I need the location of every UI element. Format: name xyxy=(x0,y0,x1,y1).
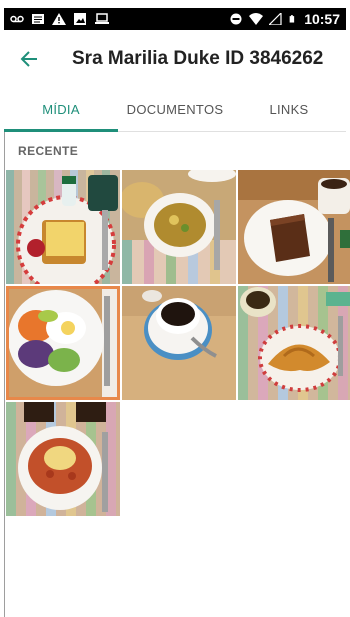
toast-cheese-photo xyxy=(6,170,120,284)
media-thumbnail[interactable] xyxy=(122,170,236,284)
tab-documents[interactable]: DOCUMENTOS xyxy=(118,88,232,131)
pasta-photo xyxy=(6,402,120,516)
warning-icon xyxy=(52,13,66,25)
do-not-disturb-icon xyxy=(230,13,242,25)
page-title: Sra Marilia Duke ID 3846262 xyxy=(72,48,324,69)
coffee-cup-photo xyxy=(122,286,236,400)
arrow-back-icon xyxy=(20,51,37,67)
left-edge-divider xyxy=(4,132,5,617)
message-icon xyxy=(32,14,44,24)
tab-links[interactable]: LINKS xyxy=(232,88,346,131)
chocolate-cake-photo xyxy=(238,170,350,284)
voicemail-icon xyxy=(10,15,24,23)
media-thumbnail[interactable] xyxy=(6,170,120,284)
media-thumbnail[interactable] xyxy=(238,286,350,400)
signal-icon xyxy=(269,13,282,25)
status-bar: 10:57 xyxy=(4,8,346,30)
image-icon xyxy=(74,13,86,25)
tab-media[interactable]: MÍDIA xyxy=(4,88,118,132)
media-thumbnail[interactable] xyxy=(122,286,236,400)
media-thumbnail[interactable] xyxy=(6,402,120,516)
media-thumbnail[interactable] xyxy=(238,170,350,284)
media-grid xyxy=(6,170,350,516)
section-header-recent: RECENTE xyxy=(18,144,79,158)
media-thumbnail-selected[interactable] xyxy=(6,286,120,400)
wifi-icon xyxy=(249,13,264,25)
croissant-photo xyxy=(238,286,350,400)
status-time: 10:57 xyxy=(304,11,340,27)
tab-bar: MÍDIA DOCUMENTOS LINKS xyxy=(4,88,346,132)
back-button[interactable] xyxy=(4,30,54,88)
battery-icon xyxy=(289,15,295,23)
salad-egg-photo xyxy=(6,286,120,400)
app-bar: Sra Marilia Duke ID 3846262 xyxy=(4,30,346,88)
soup-photo xyxy=(122,170,236,284)
laptop-icon xyxy=(95,13,109,24)
